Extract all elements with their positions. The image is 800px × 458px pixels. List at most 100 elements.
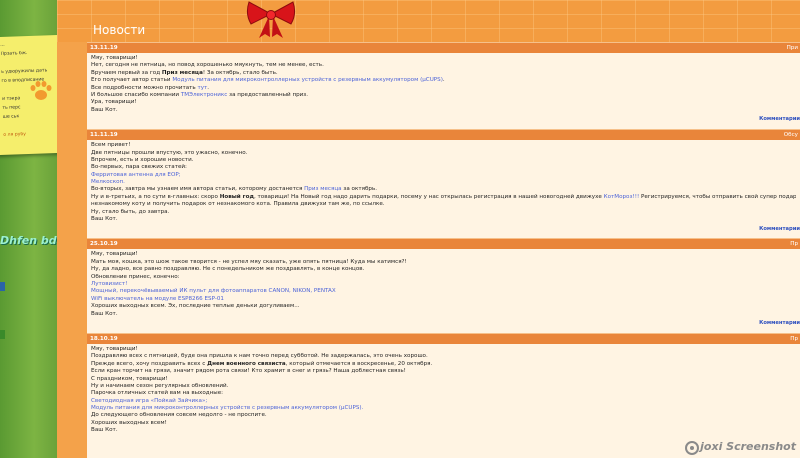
post-line: И большое спасибо компании TMЭлектроникс… [91, 92, 796, 99]
post-line: Во-первых, пара свежих статей: [91, 164, 796, 171]
post-line: Всем привет! [91, 142, 796, 149]
post-line: Ну и начинаем сезон регулярных обновлени… [91, 383, 796, 390]
news-post: 11.11.19 Обсу Всем привет! Две пятницы прош… [87, 129, 800, 233]
post-line: Светодиодная игра «Пойкай Зайчика»; [91, 398, 796, 405]
article-link[interactable]: Светодиодная игра «Пойкай Зайчика»; [91, 398, 207, 404]
bold-text: Приз месяца [161, 69, 203, 76]
sticky-note-line: Прзать бж. [0, 50, 28, 57]
post-header: 11.11.19 Обсу [87, 129, 800, 141]
post-text: за октябрь. [341, 186, 378, 193]
post-text: , товарищи! На Новый год надо дарить под… [253, 193, 604, 200]
post-text: Во-первых, пара свежих статей: [91, 164, 187, 171]
post-text: Все подробности можно прочитать [91, 84, 198, 91]
post-text: Прежде всего, хочу поздравить всех с [91, 360, 208, 367]
article-link[interactable]: Модуль питания для микроконтроллерных ус… [172, 77, 443, 83]
comments-link[interactable]: Комментарии [759, 320, 800, 327]
article-link[interactable]: Ферритовая антенна для ЕОР; [91, 172, 181, 178]
post-line: Ну, да ладно, все равно поздравляю. Не с… [91, 266, 796, 273]
article-link[interactable]: КотМороз!!! [604, 194, 640, 200]
post-line: Лутовизист! [91, 281, 796, 288]
post-line: До следующего обновления совсем недолго … [91, 412, 796, 419]
sidebar-marker [0, 330, 5, 339]
post-text: . [442, 77, 445, 84]
post-text: Ваш Кот. [91, 106, 118, 113]
post-text: И большое спасибо компании [91, 91, 181, 98]
sticky-note-line [3, 122, 57, 124]
post-text: Парочка отличных статей вам на выходные: [91, 390, 224, 397]
post-text: Ну и в-третьих, а по сути в-главных: ско… [91, 193, 220, 200]
post-text: Мяу, товарищи! [91, 345, 138, 352]
post-text: Ну, да ладно, все равно поздравляю. Не с… [91, 266, 365, 273]
post-body: Всем привет! Две пятницы прошли впустую, … [87, 140, 800, 223]
post-text: Вручаем первый за год [91, 69, 162, 76]
post-line: Если кран торчит на грязи, значит рядом … [91, 368, 796, 375]
post-footer: Комментарии [87, 318, 800, 326]
sidebar-marker [0, 282, 5, 291]
post-line: Модуль питания для микроконтроллерных ус… [91, 405, 796, 412]
post-text: Мяу, товарищи! [91, 55, 138, 61]
sticky-note-line: ть перс [2, 105, 21, 111]
bold-text: Днем военного связиста [207, 360, 286, 367]
post-text: Если кран торчит на грязи, значит рядом … [91, 368, 406, 375]
section-title: Новости [93, 23, 146, 37]
post-header: 18.10.19 Пр [87, 332, 800, 344]
post-text: С праздником, товарищи! [91, 375, 168, 382]
article-link[interactable]: Мелкоскоп. [91, 179, 125, 185]
post-header: 13.11.19 При [87, 42, 800, 53]
post-line: Мяу, товарищи! [91, 251, 796, 258]
post-header: 25.10.19 Пр [87, 238, 800, 250]
article-link[interactable]: Модуль питания для микроконтроллерных ус… [91, 405, 363, 411]
sticky-note-line: ше ськ [2, 114, 20, 120]
post-category[interactable]: При [787, 43, 798, 53]
post-line: Нет, сегодня не пятница, но повод хороше… [91, 62, 796, 69]
post-line: Ваш Кот. [91, 216, 796, 223]
post-text: Всем привет! [91, 142, 131, 149]
post-text: за предоставленный приз. [227, 91, 309, 98]
post-category[interactable]: Пр [790, 334, 798, 344]
article-link[interactable]: Лутовизист! [91, 281, 127, 287]
post-text: Ваш Кот. [91, 216, 118, 223]
post-line: незнакомому коту и получить подарок от н… [91, 201, 796, 208]
post-text: Впрочем, есть и хорошие новости. [91, 156, 194, 163]
article-link[interactable]: тут [197, 85, 207, 91]
post-text: Поздравляю всех с пятницей, буде она при… [91, 353, 428, 360]
bow-icon [246, 1, 296, 38]
post-body: Мяу, товарищи! Мать моя, кошка, это шож т… [87, 249, 800, 318]
paw-icon [30, 81, 52, 100]
post-line: Ну, стало быть, до завтра. [91, 209, 796, 216]
comments-link[interactable]: Комментарии [759, 116, 800, 123]
sticky-note-line [1, 59, 55, 61]
post-text: ! За октябрь, стало быть. [202, 69, 278, 76]
sticky-note-line[interactable]: о ля рубу [3, 131, 57, 139]
post-text: Мяу, товарищи! [91, 251, 138, 258]
post-category[interactable]: Пр [790, 239, 798, 249]
post-line: Мелкоскоп. [91, 179, 796, 186]
sidebar-green-caption[interactable]: Dhfen bda [0, 234, 57, 249]
post-footer: Комментарии [87, 223, 800, 233]
post-line: Парочка отличных статей вам на выходные: [91, 390, 796, 397]
post-line: Ваш Кот. [91, 107, 796, 114]
article-link[interactable]: Мощный, перекочёвываемый ИК пульт для фо… [91, 288, 336, 294]
left-sidebar: ... Прзать бж. ь удюружилы дать го в вподпи… [0, 0, 57, 458]
news-post: 13.11.19 При Мяу, товарищи! Нет, сегодня не… [87, 42, 800, 122]
post-line: Ферритовая антенна для ЕОР; [91, 172, 796, 179]
post-line: Обновление принес, конечно: [91, 274, 796, 281]
post-line: Впрочем, есть и хорошие новости. [91, 157, 796, 164]
sticky-note-line: ... [0, 42, 5, 48]
post-text: Ваш Кот. [91, 427, 118, 434]
article-link[interactable]: WiFi выключатель на модуле ESP8266 ESP-0… [91, 296, 224, 302]
news-post: 18.10.19 Пр Мяу, товарищи! Поздравляю всех … [87, 332, 800, 443]
article-link[interactable]: Приз месяца [304, 186, 341, 192]
post-line: Хороших выходных всем. Эх, последние теп… [91, 303, 796, 310]
page-header: Новости [57, 0, 800, 42]
news-feed: 13.11.19 При Мяу, товарищи! Нет, сегодня не… [87, 42, 800, 458]
post-line: Прежде всего, хочу поздравить всех с Дне… [91, 361, 796, 368]
post-category[interactable]: Обсу [784, 130, 798, 140]
post-line: Две пятницы прошли впустую, это ужасно, … [91, 150, 796, 157]
post-line: Вручаем первый за год Приз месяца! За ок… [91, 70, 796, 77]
post-line: С праздником, товарищи! [91, 376, 796, 383]
article-link[interactable]: TMЭлектроникс [181, 92, 228, 98]
post-line: Ура, товарищи! [91, 99, 796, 106]
post-body: Мяу, товарищи! Нет, сегодня не пятница, н… [87, 53, 800, 114]
comments-link[interactable]: Комментарии [759, 226, 800, 233]
